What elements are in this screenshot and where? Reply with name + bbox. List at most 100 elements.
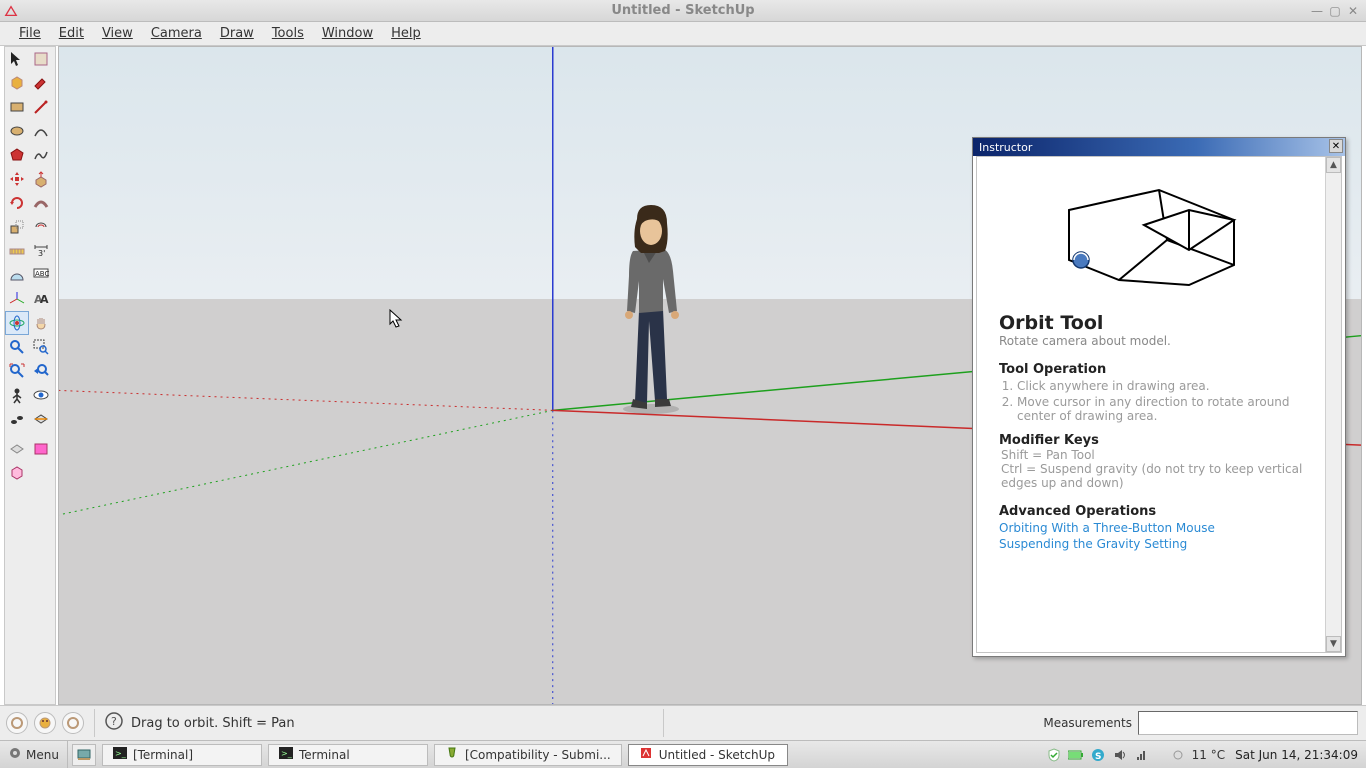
tool-zoomextents[interactable] <box>5 359 29 383</box>
tray-separator <box>1156 747 1164 763</box>
measurements-input[interactable] <box>1138 711 1358 735</box>
tool-template[interactable] <box>29 47 53 71</box>
tool-dimension[interactable]: 3' <box>29 239 53 263</box>
help-icon[interactable]: ? <box>105 712 123 734</box>
tool-polygon[interactable] <box>5 143 29 167</box>
tool-walk[interactable] <box>5 407 29 431</box>
menu-view[interactable]: View <box>93 23 142 44</box>
tool-freehand[interactable] <box>29 143 53 167</box>
instructor-content: Orbit Tool Rotate camera about model. To… <box>977 157 1325 652</box>
tool-pushpull[interactable] <box>29 167 53 191</box>
volume-icon[interactable] <box>1112 747 1128 763</box>
instructor-close-button[interactable]: ✕ <box>1329 139 1343 153</box>
tool-scale[interactable] <box>5 215 29 239</box>
tool-3dtext[interactable]: AA <box>29 287 53 311</box>
sketchup-icon <box>639 746 653 763</box>
viewport[interactable]: Instructor ✕ ▲ ▼ <box>58 46 1362 705</box>
advanced-header: Advanced Operations <box>999 504 1311 519</box>
tool-rotate[interactable] <box>5 191 29 215</box>
system-tray: S 11 °C Sat Jun 14, 21:34:09 <box>1046 741 1366 768</box>
minimize-button[interactable]: — <box>1310 4 1324 18</box>
operation-list: Click anywhere in drawing area. Move cur… <box>1017 379 1311 423</box>
wine-icon <box>445 746 459 763</box>
tool-arc[interactable] <box>29 119 53 143</box>
instructor-subtitle: Rotate camera about model. <box>999 334 1311 348</box>
menubar: File Edit View Camera Draw Tools Window … <box>0 22 1366 46</box>
task-compat[interactable]: [Compatibility - Submi... <box>434 744 622 766</box>
task-terminal-2[interactable]: >_ Terminal <box>268 744 428 766</box>
temperature-label: 11 °C <box>1192 748 1225 762</box>
operation-item: Click anywhere in drawing area. <box>1017 379 1311 393</box>
status-button-3[interactable] <box>62 712 84 734</box>
tool-followme[interactable] <box>29 191 53 215</box>
tool-position[interactable] <box>5 383 29 407</box>
menu-camera[interactable]: Camera <box>142 23 211 44</box>
tool-tape[interactable] <box>5 239 29 263</box>
instructor-header-label: Instructor <box>979 141 1032 154</box>
task-terminal-1[interactable]: >_ [Terminal] <box>102 744 262 766</box>
tool-extra-4-empty <box>29 461 53 485</box>
tool-section[interactable] <box>29 407 53 431</box>
scroll-down-icon[interactable]: ▼ <box>1326 636 1341 652</box>
battery-icon[interactable] <box>1068 747 1084 763</box>
tool-text[interactable]: ABC <box>29 263 53 287</box>
gear-icon <box>8 746 22 763</box>
tool-pan[interactable] <box>29 311 53 335</box>
tool-zoomwindow[interactable] <box>29 335 53 359</box>
menu-draw[interactable]: Draw <box>211 23 263 44</box>
quicklaunch-desktop[interactable] <box>72 744 96 766</box>
tool-zoom[interactable] <box>5 335 29 359</box>
tool-protractor[interactable] <box>5 263 29 287</box>
tool-move[interactable] <box>5 167 29 191</box>
modifier-item: Ctrl = Suspend gravity (do not try to ke… <box>1001 462 1311 490</box>
status-button-1[interactable] <box>6 712 28 734</box>
app-icon <box>4 4 18 18</box>
tool-component[interactable] <box>5 71 29 95</box>
start-menu[interactable]: Menu <box>0 741 68 768</box>
shield-icon[interactable] <box>1046 747 1062 763</box>
status-button-2[interactable] <box>34 712 56 734</box>
tool-extra-3[interactable] <box>5 461 29 485</box>
status-divider <box>663 709 664 737</box>
task-sketchup[interactable]: Untitled - SketchUp <box>628 744 788 766</box>
tool-orbit[interactable] <box>5 311 29 335</box>
tool-line[interactable] <box>29 95 53 119</box>
menu-tools[interactable]: Tools <box>263 23 313 44</box>
tool-extra-2[interactable] <box>29 437 53 461</box>
menu-window[interactable]: Window <box>313 23 382 44</box>
advanced-link[interactable]: Orbiting With a Three-Button Mouse <box>999 521 1311 535</box>
tool-previous[interactable] <box>29 359 53 383</box>
weather-icon[interactable] <box>1170 747 1186 763</box>
menu-edit[interactable]: Edit <box>50 23 93 44</box>
close-button[interactable]: ✕ <box>1346 4 1360 18</box>
maximize-button[interactable]: ▢ <box>1328 4 1342 18</box>
scale-figure <box>589 201 709 416</box>
tool-extra-1[interactable] <box>5 437 29 461</box>
tool-rectangle[interactable] <box>5 95 29 119</box>
status-hint-text: Drag to orbit. Shift = Pan <box>131 716 295 731</box>
instructor-header[interactable]: Instructor ✕ <box>973 138 1345 156</box>
toolbar: 3' ABC AA <box>4 46 56 705</box>
clock[interactable]: Sat Jun 14, 21:34:09 <box>1235 748 1358 762</box>
svg-text:ABC: ABC <box>35 270 49 278</box>
network-icon[interactable] <box>1134 747 1150 763</box>
tool-circle[interactable] <box>5 119 29 143</box>
instructor-illustration <box>1039 165 1249 305</box>
tool-select[interactable] <box>5 47 29 71</box>
svg-text:A: A <box>40 293 49 306</box>
taskbar: Menu >_ [Terminal] >_ Terminal [Compatib… <box>0 740 1366 768</box>
instructor-panel: Instructor ✕ ▲ ▼ <box>972 137 1346 657</box>
modifier-item: Shift = Pan Tool <box>1001 448 1311 462</box>
scroll-up-icon[interactable]: ▲ <box>1326 157 1341 173</box>
instructor-scrollbar[interactable]: ▲ ▼ <box>1325 157 1341 652</box>
menu-help[interactable]: Help <box>382 23 430 44</box>
tool-axes[interactable] <box>5 287 29 311</box>
skype-icon[interactable]: S <box>1090 747 1106 763</box>
advanced-link[interactable]: Suspending the Gravity Setting <box>999 537 1311 551</box>
start-label: Menu <box>26 748 59 762</box>
menu-file[interactable]: File <box>10 23 50 44</box>
instructor-title: Orbit Tool <box>999 312 1311 334</box>
tool-paint[interactable] <box>29 71 53 95</box>
tool-lookaround[interactable] <box>29 383 53 407</box>
tool-offset[interactable] <box>29 215 53 239</box>
